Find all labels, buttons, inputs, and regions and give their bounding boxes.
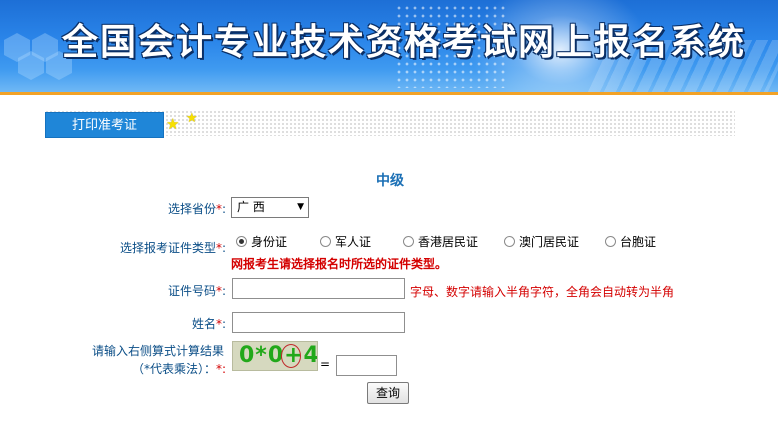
- radio-hong-kong-permit[interactable]: 香港居民证: [403, 234, 478, 250]
- radio-taiwan-permit[interactable]: 台胞证: [605, 234, 656, 250]
- province-select-value: 广 西: [237, 200, 265, 214]
- id-type-label: 选择报考证件类型*:: [119, 241, 226, 255]
- captcha-noise: [281, 344, 301, 368]
- captcha-image[interactable]: 0*0+4: [232, 341, 318, 371]
- captcha-label-line2: （*代表乘法）：*:: [131, 362, 226, 376]
- province-select[interactable]: 广 西 ▼: [231, 197, 309, 218]
- radio-label: 澳门居民证: [519, 235, 580, 249]
- radio-button-icon[interactable]: [605, 236, 616, 247]
- radio-military-id[interactable]: 军人证: [320, 234, 371, 250]
- id-type-warning: 网报考生请选择报名时所选的证件类型。: [231, 257, 448, 271]
- captcha-text: 0*0+4: [239, 343, 318, 368]
- hexagon-decoration: [32, 33, 58, 62]
- radio-button-icon[interactable]: [403, 236, 414, 247]
- radio-id-card[interactable]: 身份证: [236, 234, 287, 250]
- captcha-label-line1: 请输入右侧算式计算结果: [92, 344, 225, 358]
- radio-label: 身份证: [251, 235, 288, 249]
- query-button[interactable]: 查询: [367, 382, 409, 404]
- name-label: 姓名*:: [191, 317, 226, 331]
- radio-label: 军人证: [335, 235, 372, 249]
- equals-sign: =: [320, 357, 331, 371]
- name-input[interactable]: [232, 312, 405, 333]
- exam-level-title: 中级: [376, 173, 404, 189]
- radio-button-icon[interactable]: [504, 236, 515, 247]
- radio-button-icon[interactable]: [320, 236, 331, 247]
- star-icon: ★: [186, 111, 198, 126]
- star-icon: ★: [166, 115, 180, 133]
- page: 全国会计专业技术资格考试网上报名系统 打印准考证 ★ ★ 中级 选择省份*: 广…: [0, 0, 778, 448]
- tab-print-admission-ticket[interactable]: 打印准考证: [45, 112, 164, 138]
- id-number-hint: 字母、数字请输入半角字符，全角会自动转为半角: [410, 285, 675, 299]
- header-banner: 全国会计专业技术资格考试网上报名系统: [0, 0, 778, 92]
- dropdown-arrow-icon: ▼: [297, 202, 304, 212]
- captcha-answer-input[interactable]: [336, 355, 397, 376]
- province-label: 选择省份*:: [167, 202, 226, 216]
- id-number-input[interactable]: [232, 278, 405, 299]
- hexagon-decoration: [4, 33, 30, 62]
- radio-macau-permit[interactable]: 澳门居民证: [504, 234, 579, 250]
- banner-divider: [0, 92, 778, 95]
- site-title: 全国会计专业技术资格考试网上报名系统: [62, 21, 747, 63]
- radio-label: 台胞证: [620, 235, 657, 249]
- radio-button-selected-icon[interactable]: [236, 236, 247, 247]
- radio-label: 香港居民证: [418, 235, 479, 249]
- id-number-label: 证件号码*:: [167, 284, 226, 298]
